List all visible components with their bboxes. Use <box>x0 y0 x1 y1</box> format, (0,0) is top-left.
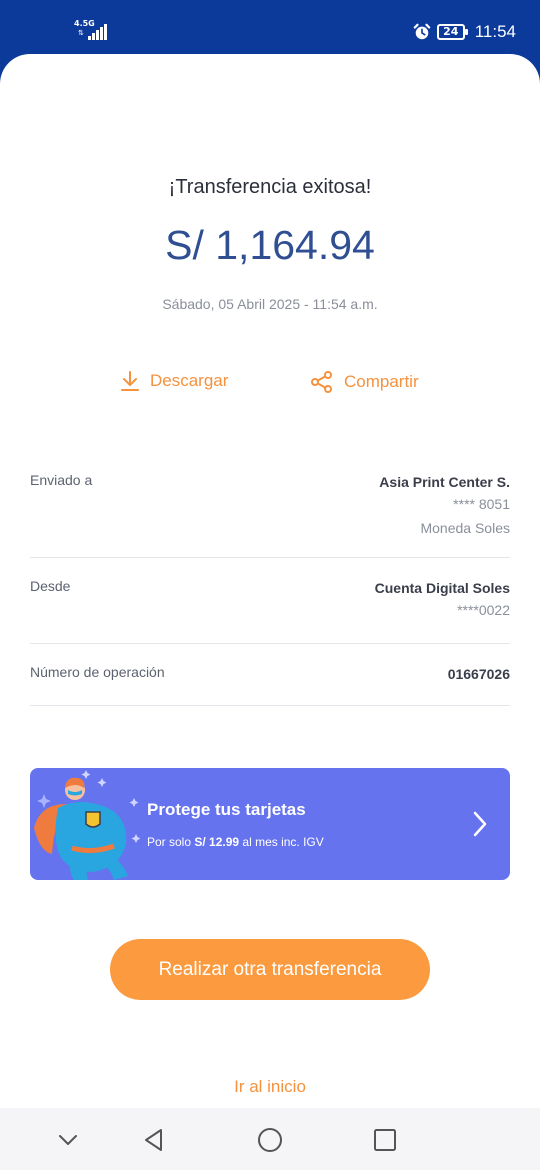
hide-keyboard-chevron-icon[interactable] <box>53 1125 83 1155</box>
promo-subtitle-suffix: al mes inc. IGV <box>239 835 324 849</box>
receipt-actions: Descargar Compartir <box>0 370 540 400</box>
signal-icon: 4.5G ⇅ <box>72 20 108 42</box>
download-icon <box>121 371 139 391</box>
battery-icon: 24 <box>436 24 468 40</box>
protect-cards-banner[interactable]: Protege tus tarjetas Por solo S/ 12.99 a… <box>30 768 510 880</box>
home-icon[interactable] <box>255 1125 285 1155</box>
source-label: Desde <box>30 578 71 594</box>
network-type: 4.5G <box>74 19 95 28</box>
source-account-number: ****0022 <box>457 602 510 618</box>
data-arrows-icon: ⇅ <box>78 29 84 37</box>
download-label: Descargar <box>150 371 229 390</box>
download-button[interactable]: Descargar <box>120 370 228 392</box>
back-icon[interactable] <box>139 1125 169 1155</box>
success-title: ¡Transferencia exitosa! <box>168 176 372 198</box>
share-button[interactable]: Compartir <box>310 370 419 394</box>
transfer-details: Enviado a Asia Print Center S. **** 8051… <box>30 452 510 706</box>
recents-icon[interactable] <box>370 1125 400 1155</box>
promo-subtitle: Por solo S/ 12.99 al mes inc. IGV <box>147 835 324 849</box>
share-label: Compartir <box>344 372 419 391</box>
promo-subtitle-prefix: Por solo <box>147 835 195 849</box>
receipt-sheet: ¡Transferencia exitosa! S/ 1,164.94 Sába… <box>0 54 540 1170</box>
system-navigation-bar <box>0 1108 540 1170</box>
share-icon <box>311 371 332 393</box>
repeat-transfer-button[interactable]: Realizar otra transferencia <box>110 939 430 1000</box>
superhero-illustration <box>34 770 140 880</box>
operation-number: 01667026 <box>447 666 510 682</box>
detail-row-recipient: Enviado a Asia Print Center S. **** 8051… <box>30 452 510 558</box>
detail-row-source: Desde Cuenta Digital Soles ****0022 <box>30 558 510 644</box>
operation-label: Número de operación <box>30 664 165 680</box>
promo-title: Protege tus tarjetas <box>147 800 306 819</box>
recipient-name: Asia Print Center S. <box>379 474 510 490</box>
status-bar: 4.5G ⇅ 24 11:54 <box>0 0 540 60</box>
detail-row-operation: Número de operación 01667026 <box>30 644 510 706</box>
recipient-account: **** 8051 <box>453 496 510 512</box>
transfer-amount: S/ 1,164.94 <box>165 222 375 268</box>
recipient-currency: Moneda Soles <box>420 520 510 536</box>
recipient-label: Enviado a <box>30 472 93 488</box>
clock: 11:54 <box>474 22 516 41</box>
source-account-name: Cuenta Digital Soles <box>374 580 510 596</box>
alarm-icon <box>413 23 431 40</box>
go-home-link[interactable]: Ir al inicio <box>0 1077 540 1097</box>
promo-price: S/ 12.99 <box>194 835 240 849</box>
chevron-right-icon <box>473 811 487 837</box>
transfer-datetime: Sábado, 05 Abril 2025 - 11:54 a.m. <box>162 296 378 312</box>
